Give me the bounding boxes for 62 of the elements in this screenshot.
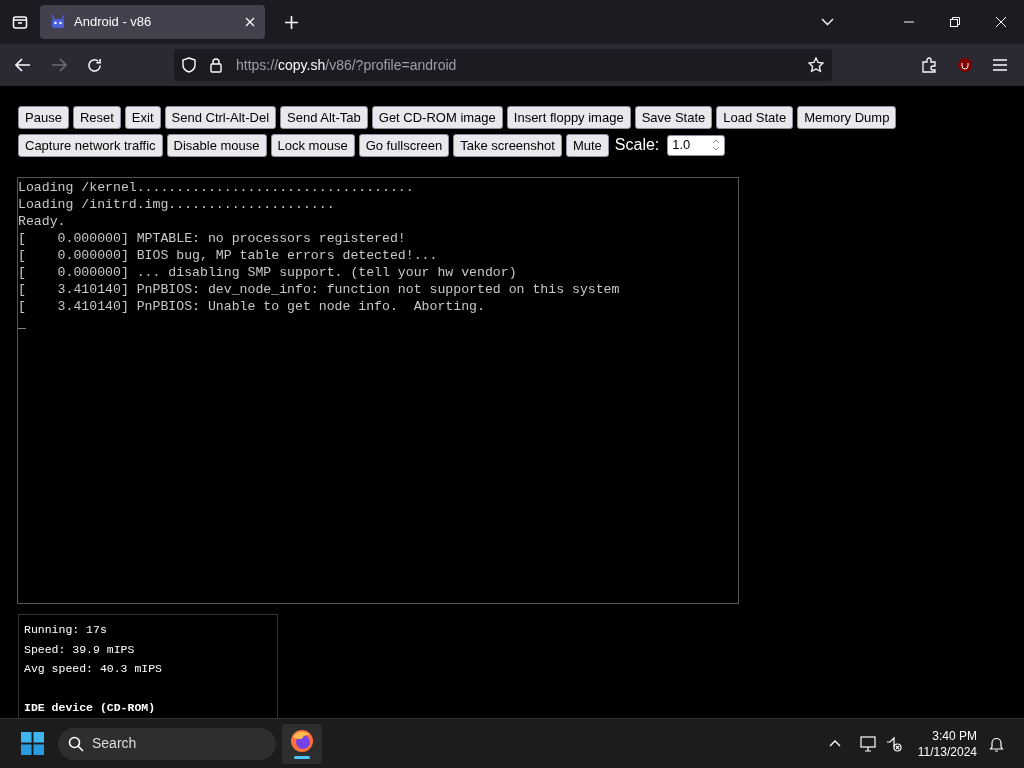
scale-label: Scale: (614, 135, 660, 155)
puzzle-icon[interactable] (922, 57, 937, 73)
terminal-line: Loading /initrd.img..................... (18, 196, 336, 213)
toolbar-button[interactable]: Get CD-ROM image (371, 106, 503, 129)
toolbar-button[interactable]: Pause (18, 106, 69, 129)
toolbar-button[interactable]: Lock mouse (270, 133, 355, 157)
fox-globe-icon (290, 728, 314, 753)
toolbar-button[interactable]: Take screenshot (453, 133, 562, 157)
bell-icon[interactable] (989, 735, 1004, 752)
robot-icon (50, 14, 66, 30)
new-tab-icon[interactable] (285, 15, 298, 29)
search-icon (68, 735, 84, 752)
network-icon[interactable] (859, 735, 878, 752)
clock-time: 3:40 PM (932, 727, 977, 744)
back-icon[interactable] (15, 58, 31, 72)
toolbar-button[interactable]: Send Ctrl-Alt-Del (164, 106, 277, 129)
forward-icon[interactable] (51, 58, 67, 72)
toolbar-button[interactable]: Save State (634, 106, 713, 129)
terminal-line: [ 0.000000] ... disabling SMP support. (tell your hw vendor) (18, 264, 518, 281)
address-bar[interactable]: https://copy.sh/v86/?profile=android (174, 49, 832, 81)
toolbar-button[interactable]: Exit (124, 106, 161, 129)
close-icon[interactable] (996, 17, 1006, 27)
tab-list-icon[interactable] (12, 14, 28, 30)
stats-line: Speed: 39.9 mIPS (24, 641, 136, 658)
menu-icon[interactable] (993, 59, 1007, 71)
stats-line: Running: 17s (24, 622, 108, 638)
browser-tab[interactable]: Android - v86 (40, 5, 265, 39)
toolbar-button[interactable]: Capture network traffic (18, 133, 163, 157)
toolbar-button[interactable]: Insert floppy image (506, 106, 631, 129)
restore-icon[interactable] (950, 17, 960, 27)
windows-icon[interactable] (21, 732, 44, 755)
chevron-down-icon[interactable] (821, 18, 834, 26)
toolbar-button[interactable]: Go fullscreen (358, 133, 450, 157)
terminal-line: [ 3.410140] PnPBIOS: Unable to get node info. Aborting. (18, 298, 486, 315)
toolbar-button[interactable]: Mute (565, 133, 609, 157)
spinner-icon[interactable] (712, 139, 721, 151)
toolbar-button[interactable]: Send Alt-Tab (280, 106, 368, 129)
terminal-screen[interactable] (17, 177, 739, 604)
star-icon[interactable] (808, 57, 824, 73)
search-field[interactable]: Search (58, 727, 276, 760)
terminal-line: Loading /kernel................................... (18, 179, 415, 196)
terminal-line: _ (18, 315, 27, 332)
stats-heading: IDE device (CD-ROM) (24, 699, 157, 716)
clock-date: 11/13/2024 (917, 743, 977, 760)
terminal-line: [ 3.410140] PnPBIOS: dev_node_info: function not supported on this system (18, 281, 621, 298)
terminal-line: [ 0.000000] BIOS bug, MP table errors detected!... (18, 247, 439, 264)
taskbar-app[interactable] (282, 723, 322, 764)
lock-icon[interactable] (210, 57, 222, 73)
chevron-up-icon[interactable] (828, 740, 841, 747)
shield-icon[interactable] (182, 57, 196, 73)
tab-title: Android - v86 (74, 13, 153, 32)
toolbar-button[interactable]: Memory Dump (797, 106, 897, 129)
terminal-line: [ 0.000000] MPTABLE: no processors registered! (18, 230, 407, 247)
stats-line: Avg speed: 40.3 mIPS (24, 661, 164, 677)
reload-icon[interactable] (87, 57, 102, 73)
close-icon[interactable] (245, 17, 255, 27)
url-text: https://copy.sh/v86/?profile=android (236, 55, 457, 75)
scale-input[interactable]: 1.0 (667, 134, 726, 156)
toolbar-button[interactable]: Disable mouse (166, 133, 267, 157)
toolbar-button[interactable]: Reset (72, 106, 121, 129)
terminal-line: Ready. (18, 213, 67, 230)
toolbar-button[interactable]: Load State (716, 106, 794, 129)
